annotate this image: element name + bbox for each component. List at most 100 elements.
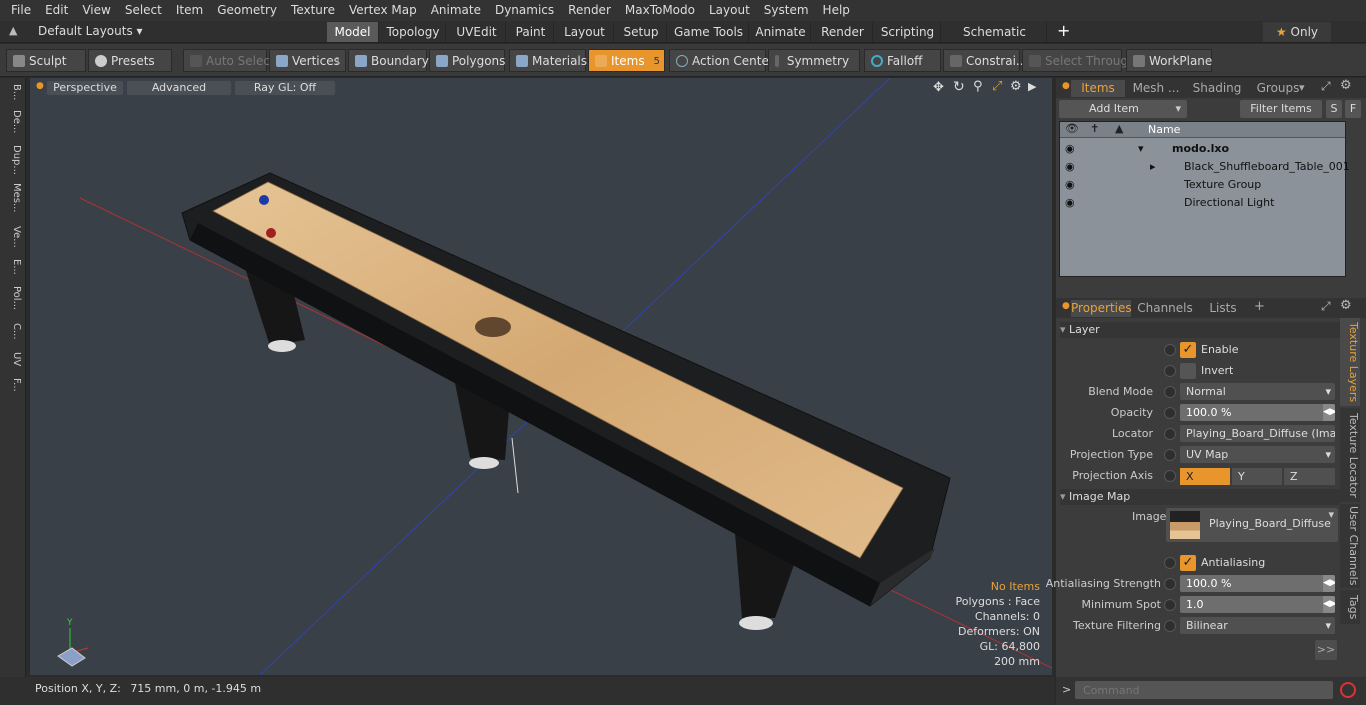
lefttab-uv[interactable]: UV	[4, 352, 22, 374]
visibility-icon[interactable]: ◉	[1065, 194, 1075, 212]
menu-view[interactable]: View	[75, 0, 117, 21]
menu-file[interactable]: File	[4, 0, 38, 21]
image-map-section[interactable]: ▾ Image Map	[1060, 489, 1340, 505]
visibility-icon[interactable]: ◉	[1065, 140, 1075, 158]
only-toggle[interactable]: ★ Only	[1263, 22, 1331, 42]
menu-system[interactable]: System	[757, 0, 816, 21]
lefttab-mesh[interactable]: Mes...	[4, 183, 22, 219]
panel-gear-icon[interactable]: ⚙	[1340, 298, 1352, 313]
menu-layout[interactable]: Layout	[702, 0, 757, 21]
slider-handle-icon[interactable]: ◀▶	[1323, 575, 1335, 592]
sidetab-user-channels[interactable]: User Channels	[1340, 504, 1360, 588]
tab-properties[interactable]: Properties	[1071, 300, 1132, 317]
expand-icon[interactable]: ▸	[1150, 158, 1156, 176]
move-view-icon[interactable]: ✥	[933, 80, 944, 95]
aa-strength-dot[interactable]	[1164, 578, 1176, 590]
filter-items-button[interactable]: Filter Items	[1240, 100, 1322, 118]
gear-icon[interactable]: ⚙	[1010, 79, 1022, 94]
items-button[interactable]: Items 5	[588, 49, 665, 72]
action-center-button[interactable]: Action Center	[669, 49, 774, 72]
lefttab-fusion[interactable]: F...	[4, 378, 22, 404]
tab-model[interactable]: Model	[327, 22, 379, 42]
add-tab-button[interactable]: +	[1057, 21, 1070, 40]
image-select[interactable]: Playing_Board_Diffuse ▾	[1166, 508, 1338, 542]
lefttab-polygon[interactable]: Pol...	[4, 286, 22, 318]
tab-channels[interactable]: Channels	[1134, 300, 1196, 317]
min-spot-dot[interactable]	[1164, 599, 1176, 611]
tab-layout[interactable]: Layout	[556, 22, 614, 42]
auto-select-button[interactable]: Auto Select	[183, 49, 275, 72]
menu-render[interactable]: Render	[561, 0, 618, 21]
invert-dot[interactable]	[1164, 365, 1176, 377]
sculpt-button[interactable]: Sculpt	[6, 49, 86, 72]
tab-mesh[interactable]: Mesh ...	[1127, 80, 1185, 97]
viewport-menu-icon[interactable]: ●	[36, 81, 44, 91]
tab-items[interactable]: Items	[1071, 80, 1125, 97]
projection-axis-dot[interactable]	[1164, 470, 1176, 482]
enable-dot[interactable]	[1164, 344, 1176, 356]
layout-up-icon[interactable]: ▲	[9, 24, 17, 37]
tab-paint[interactable]: Paint	[508, 22, 554, 42]
slider-handle-icon[interactable]: ◀▶	[1323, 404, 1335, 421]
list-item[interactable]: ◉ Directional Light	[1060, 194, 1347, 212]
perspective-button[interactable]: Perspective	[47, 81, 123, 95]
menu-dynamics[interactable]: Dynamics	[488, 0, 561, 21]
expand-arrow-icon[interactable]: ▶	[1028, 80, 1036, 93]
axis-y-button[interactable]: Y	[1232, 468, 1282, 485]
expand-icon[interactable]: ▾	[1138, 140, 1144, 158]
tab-scripting[interactable]: Scripting	[875, 22, 941, 42]
materials-button[interactable]: Materials	[509, 49, 587, 72]
menu-animate[interactable]: Animate	[424, 0, 488, 21]
tab-lists[interactable]: Lists	[1199, 300, 1247, 317]
blend-mode-select[interactable]: Normal ▾	[1180, 383, 1335, 400]
eye-icon[interactable]: 👁	[1065, 122, 1079, 135]
fit-view-icon[interactable]: ⤢	[992, 79, 1002, 94]
advanced-button[interactable]: Advanced	[127, 81, 231, 95]
opacity-dot[interactable]	[1164, 407, 1176, 419]
tab-shading[interactable]: Shading	[1187, 80, 1247, 97]
sidetab-texture-locator[interactable]: Texture Locator	[1340, 408, 1360, 502]
menu-vertex-map[interactable]: Vertex Map	[342, 0, 424, 21]
add-tab-button[interactable]: +	[1254, 299, 1265, 314]
raygl-button[interactable]: Ray GL: Off	[235, 81, 335, 95]
projection-type-dot[interactable]	[1164, 449, 1176, 461]
polygons-button[interactable]: Polygons	[429, 49, 505, 72]
f-button[interactable]: F	[1345, 100, 1361, 118]
sidetab-tags[interactable]: Tags	[1340, 590, 1360, 624]
lefttab-deform[interactable]: De...	[4, 110, 22, 138]
locator-dot[interactable]	[1164, 428, 1176, 440]
panel-menu-icon[interactable]: ●	[1062, 81, 1070, 91]
tab-setup[interactable]: Setup	[616, 22, 667, 42]
name-column-header[interactable]: Name	[1148, 123, 1180, 136]
presets-button[interactable]: Presets	[88, 49, 172, 72]
lefttab-basic[interactable]: B...	[4, 84, 22, 104]
lefttab-edge[interactable]: E...	[4, 259, 22, 281]
vertices-button[interactable]: Vertices 1	[269, 49, 346, 72]
record-icon[interactable]	[1340, 682, 1356, 698]
min-spot-field[interactable]: 1.0 ◀▶	[1180, 596, 1335, 613]
constraints-button[interactable]: Constrai...	[943, 49, 1027, 72]
blend-mode-dot[interactable]	[1164, 386, 1176, 398]
maximize-icon[interactable]: ⤢	[1321, 79, 1331, 94]
add-item-button[interactable]: Add Item ▾	[1059, 100, 1187, 118]
menu-item[interactable]: Item	[169, 0, 210, 21]
menu-edit[interactable]: Edit	[38, 0, 75, 21]
locator-select[interactable]: Playing_Board_Diffuse (Imag ...	[1180, 425, 1335, 442]
tab-topology[interactable]: Topology	[381, 22, 446, 42]
axis-z-button[interactable]: Z	[1284, 468, 1335, 485]
axis-x-button[interactable]: X	[1180, 468, 1230, 485]
symmetry-button[interactable]: Symmetry	[768, 49, 860, 72]
rotate-view-icon[interactable]: ↻	[953, 79, 965, 95]
more-button[interactable]: >>	[1315, 640, 1337, 660]
command-input[interactable]	[1075, 681, 1333, 699]
boundary-button[interactable]: Boundary	[348, 49, 429, 72]
lefttab-curve[interactable]: C...	[4, 323, 22, 345]
menu-geometry[interactable]: Geometry	[210, 0, 284, 21]
tab-animate[interactable]: Animate	[751, 22, 811, 42]
projection-type-select[interactable]: UV Map ▾	[1180, 446, 1335, 463]
visibility-icon[interactable]: ◉	[1065, 176, 1075, 194]
antialiasing-dot[interactable]	[1164, 557, 1176, 569]
aa-strength-field[interactable]: 100.0 % ◀▶	[1180, 575, 1335, 592]
antialiasing-checkbox[interactable]: ✓	[1180, 555, 1196, 571]
3d-viewport[interactable]: ● Perspective Advanced Ray GL: Off ✥ ↻ ⚲…	[30, 78, 1052, 675]
